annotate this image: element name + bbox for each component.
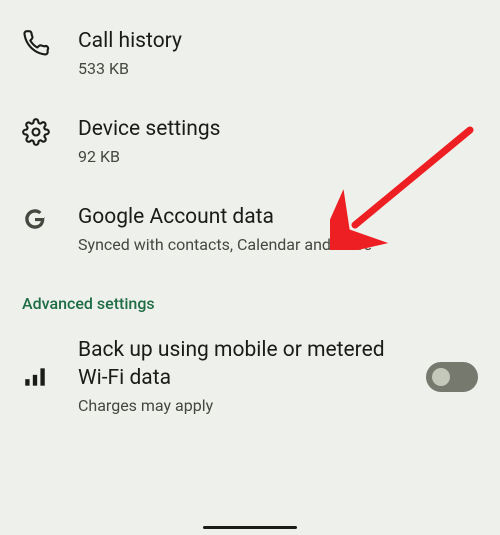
item-call-history[interactable]: Call history 533 KB [0,10,500,98]
item-title: Google Account data [78,204,478,231]
item-subtitle: 92 KB [78,147,478,168]
bars-icon [22,364,78,390]
item-subtitle: Synced with contacts, Calendar and more [78,235,478,256]
item-subtitle: 533 KB [78,59,478,80]
backup-list: Call history 533 KB Device settings 92 K… [0,0,500,435]
backup-toggle[interactable] [426,362,478,392]
gear-icon [22,116,78,146]
item-subtitle: Charges may apply [78,396,416,417]
section-advanced-settings: Advanced settings [0,274,500,323]
item-title: Device settings [78,116,478,143]
item-title: Call history [78,28,478,55]
item-backup-mobile-data[interactable]: Back up using mobile or metered Wi-Fi da… [0,323,500,434]
item-google-account-data[interactable]: Google Account data Synced with contacts… [0,186,500,274]
google-g-icon [22,204,78,232]
item-device-settings[interactable]: Device settings 92 KB [0,98,500,186]
item-title: Back up using mobile or metered Wi-Fi da… [78,337,416,392]
nav-bar-indicator [203,526,297,529]
toggle-thumb [432,368,450,386]
phone-icon [22,28,78,58]
